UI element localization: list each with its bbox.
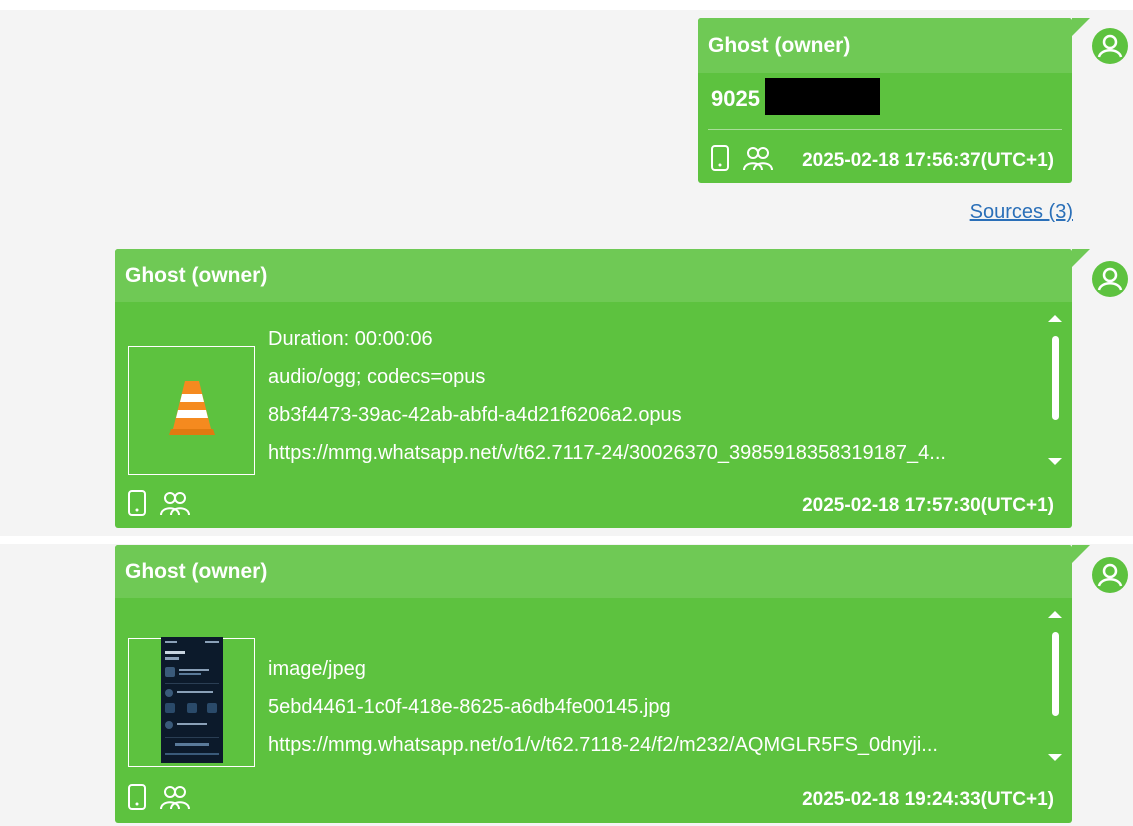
scroll-thumb[interactable] <box>1051 632 1059 716</box>
divider <box>708 129 1062 130</box>
message-timestamp: 2025-02-18 17:57:30(UTC+1) <box>802 494 1054 516</box>
avatar-icon <box>1092 28 1128 64</box>
message-footer: 2025-02-18 17:56:37(UTC+1) <box>710 144 1054 177</box>
attachment-thumbnail[interactable] <box>128 346 255 475</box>
message-text: 9025 <box>711 86 760 111</box>
phone-icon <box>127 783 147 816</box>
top-strip <box>0 0 1133 10</box>
attachment-details: Duration: 00:00:06 audio/ogg; codecs=opu… <box>268 320 1028 472</box>
group-icon <box>159 489 191 522</box>
phone-icon <box>127 489 147 522</box>
message-bubble-2[interactable]: Ghost (owner) Duration: 00:00:06 audio/o… <box>115 249 1090 528</box>
bubble-tail <box>1072 18 1090 36</box>
filename-text: 5ebd4461-1c0f-418e-8625-a6db4fe00145.jpg <box>268 696 671 718</box>
group-icon <box>159 783 191 816</box>
attachment-details: image/jpeg 5ebd4461-1c0f-418e-8625-a6db4… <box>268 650 1028 764</box>
bubble-tail <box>1072 249 1090 267</box>
attachment-thumbnail[interactable] <box>128 637 255 768</box>
scrollbar[interactable] <box>1048 611 1062 761</box>
sender-name: Ghost (owner) <box>698 18 1072 73</box>
message-timestamp: 2025-02-18 19:24:33(UTC+1) <box>802 788 1054 810</box>
scroll-thumb[interactable] <box>1051 336 1059 420</box>
screenshot-thumbnail-icon <box>160 637 223 768</box>
duration-text: Duration: 00:00:06 <box>268 328 433 350</box>
message-footer: 2025-02-18 19:24:33(UTC+1) <box>127 783 1054 816</box>
mime-type-text: image/jpeg <box>268 658 366 680</box>
redaction-box <box>765 78 880 115</box>
sender-name: Ghost (owner) <box>115 545 1072 598</box>
scroll-down-arrow-icon[interactable] <box>1048 458 1062 465</box>
message-bubble-3[interactable]: Ghost (owner) image/jpeg 5ebd4461-1c0f-4… <box>115 545 1090 823</box>
scroll-up-arrow-icon[interactable] <box>1048 315 1062 322</box>
chat-view: Ghost (owner) 9025 2025-02-18 17:56:37(U… <box>0 0 1133 826</box>
message-bubble-1[interactable]: Ghost (owner) 9025 2025-02-18 17:56:37(U… <box>698 18 1090 183</box>
bubble-tail <box>1072 545 1090 563</box>
url-text[interactable]: https://mmg.whatsapp.net/o1/v/t62.7118-2… <box>268 726 1028 764</box>
avatar-icon <box>1092 261 1128 297</box>
scroll-down-arrow-icon[interactable] <box>1048 754 1062 761</box>
sender-name: Ghost (owner) <box>115 249 1072 302</box>
scrollbar[interactable] <box>1048 315 1062 465</box>
mime-type-text: audio/ogg; codecs=opus <box>268 366 486 388</box>
scroll-up-arrow-icon[interactable] <box>1048 611 1062 618</box>
group-icon <box>742 144 774 177</box>
filename-text: 8b3f4473-39ac-42ab-abfd-a4d21f6206a2.opu… <box>268 404 682 426</box>
sender-label: Ghost (owner) <box>125 263 268 287</box>
sender-label: Ghost (owner) <box>125 559 268 583</box>
vlc-cone-icon <box>165 377 219 444</box>
phone-icon <box>710 144 730 177</box>
url-text[interactable]: https://mmg.whatsapp.net/v/t62.7117-24/3… <box>268 434 1028 472</box>
message-timestamp: 2025-02-18 17:56:37(UTC+1) <box>802 149 1054 171</box>
sender-label: Ghost (owner) <box>708 33 851 57</box>
sources-link[interactable]: Sources (3) <box>970 201 1073 224</box>
avatar-icon <box>1092 557 1128 593</box>
message-footer: 2025-02-18 17:57:30(UTC+1) <box>127 489 1054 522</box>
message-separator <box>0 536 1133 544</box>
